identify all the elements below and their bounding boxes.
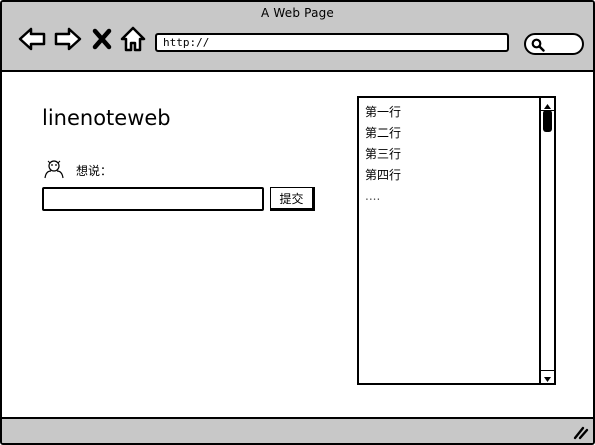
list-item: 第三行 xyxy=(365,147,402,161)
back-arrow-icon[interactable] xyxy=(17,24,47,54)
search-icon xyxy=(531,38,545,52)
list-more-indicator: .... xyxy=(365,189,381,203)
browser-toolbar: A Web Page http:// xyxy=(2,2,593,72)
browser-window: A Web Page http:// linenoteweb 想说： 提交 第一… xyxy=(0,0,595,445)
address-bar[interactable]: http:// xyxy=(155,33,509,52)
list-item: 第一行 xyxy=(365,105,402,119)
status-bar xyxy=(2,417,593,443)
list-item: 第二行 xyxy=(365,126,402,140)
vertical-scrollbar[interactable] xyxy=(539,98,554,383)
list-item: 第四行 xyxy=(365,168,402,182)
home-icon[interactable] xyxy=(118,24,148,54)
scrollbar-thumb[interactable] xyxy=(543,110,552,132)
user-icon xyxy=(44,160,64,179)
close-icon[interactable] xyxy=(90,24,114,54)
chevron-down-icon[interactable] xyxy=(541,370,554,383)
submit-button[interactable]: 提交 xyxy=(270,187,315,211)
address-bar-text: http:// xyxy=(163,36,210,49)
notes-list[interactable]: 第一行 第二行 第三行 第四行 .... xyxy=(357,96,556,385)
resize-grip-icon[interactable] xyxy=(571,422,589,440)
page-title: linenoteweb xyxy=(42,106,171,130)
say-label: 想说： xyxy=(76,164,113,178)
notes-list-items: 第一行 第二行 第三行 第四行 .... xyxy=(365,102,401,207)
note-input[interactable] xyxy=(42,187,264,211)
forward-arrow-icon[interactable] xyxy=(53,24,83,54)
window-title: A Web Page xyxy=(260,6,335,20)
search-field[interactable] xyxy=(524,33,584,55)
